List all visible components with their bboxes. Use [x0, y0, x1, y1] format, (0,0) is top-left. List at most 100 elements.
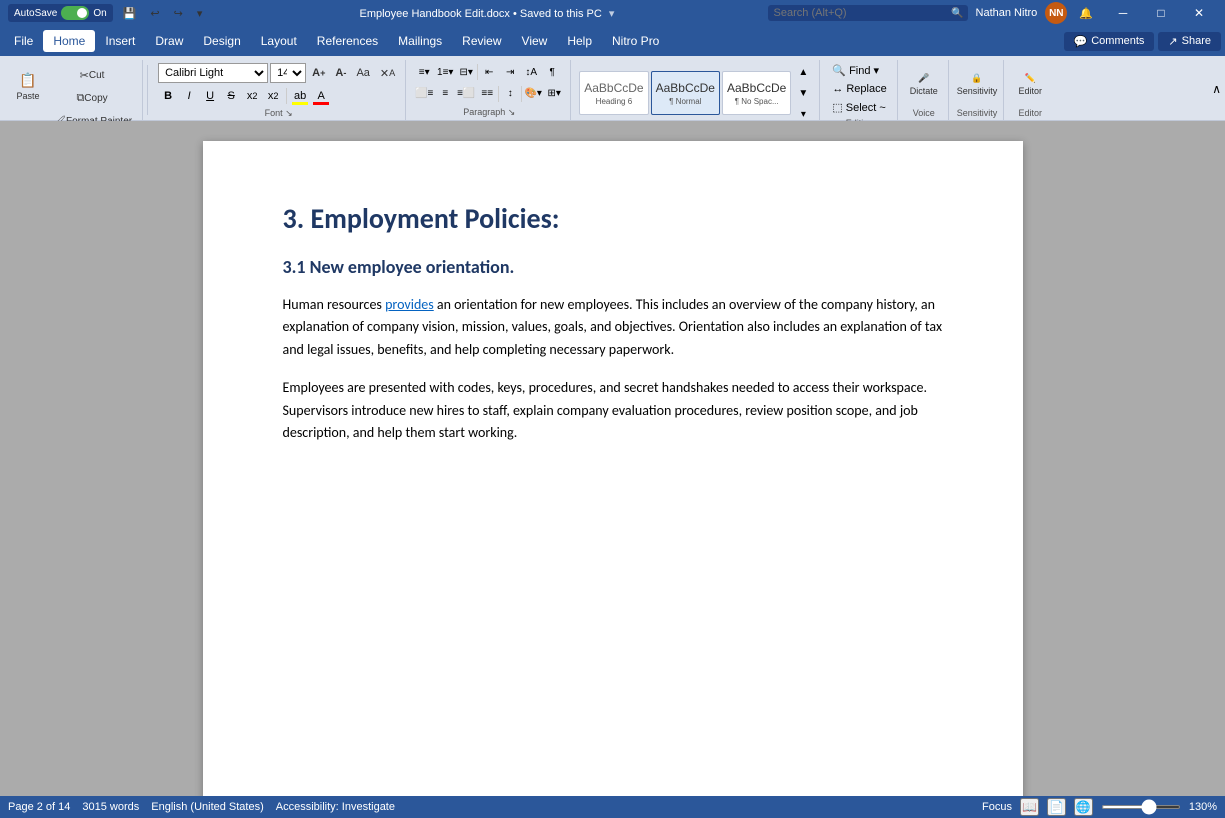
styles-scroll-down[interactable]: ▼ — [793, 83, 813, 103]
view-web-button[interactable]: 🌐 — [1074, 798, 1093, 816]
close-button[interactable]: ✕ — [1181, 0, 1217, 26]
change-case-button[interactable]: Aa — [352, 62, 373, 84]
status-bar: Page 2 of 14 3015 words English (United … — [0, 796, 1225, 818]
dictate-icon: 🎤 — [918, 73, 929, 84]
align-left-button[interactable]: ⬜≡ — [414, 84, 434, 104]
title-dropdown-icon[interactable]: ▾ — [609, 8, 615, 20]
borders-button[interactable]: ⊞▾ — [544, 84, 564, 104]
shrink-font-button[interactable]: A- — [331, 62, 350, 84]
strikethrough-button[interactable]: S — [221, 86, 241, 106]
bullets-button[interactable]: ≡▾ — [414, 62, 434, 82]
sort-button[interactable]: ↕A — [521, 62, 541, 82]
menu-layout[interactable]: Layout — [251, 30, 307, 52]
minimize-button[interactable]: ─ — [1105, 0, 1141, 26]
style-normal-name: ¶ Normal — [669, 97, 701, 106]
justify-button[interactable]: ≡≡ — [477, 84, 497, 104]
ribbon: 📋 Paste ✂ Cut ⧉ Copy 🖌 Format Painter — [0, 56, 1225, 121]
title-search-input[interactable] — [768, 5, 968, 21]
styles-scroll: ▲ ▼ ▾ — [793, 62, 813, 124]
highlight-button[interactable]: ab — [290, 86, 310, 106]
voice-label: Voice — [906, 108, 942, 118]
share-button[interactable]: ↗ Share — [1158, 32, 1221, 51]
sensitivity-icon: 🔒 — [971, 73, 982, 84]
menu-draw[interactable]: Draw — [145, 30, 193, 52]
align-center-button[interactable]: ≡ — [435, 84, 455, 104]
decrease-indent-button[interactable]: ⇤ — [479, 62, 499, 82]
para-divider3 — [521, 86, 522, 102]
subscript-button[interactable]: x2 — [242, 86, 262, 106]
increase-indent-button[interactable]: ⇥ — [500, 62, 520, 82]
accessibility-status[interactable]: Accessibility: Investigate — [276, 801, 395, 813]
sensitivity-button[interactable]: 🔒 Sensitivity — [959, 62, 995, 106]
sensitivity-label: Sensitivity — [957, 108, 998, 118]
menu-help[interactable]: Help — [557, 30, 602, 52]
replace-icon: ↔ — [832, 83, 843, 95]
menu-review[interactable]: Review — [452, 30, 511, 52]
para-divider1 — [477, 64, 478, 80]
menu-nitro[interactable]: Nitro Pro — [602, 30, 669, 52]
font-color-button[interactable]: A — [311, 86, 331, 106]
autosave-toggle[interactable] — [61, 6, 89, 20]
copy-button[interactable]: ⧉ Copy — [48, 87, 136, 109]
font-label: Font ↘ — [158, 108, 399, 119]
grow-font-button[interactable]: A+ — [308, 62, 329, 84]
para-divider2 — [498, 86, 499, 102]
style-nospace[interactable]: AaBbCcDe ¶ No Spac... — [722, 71, 791, 115]
italic-button[interactable]: I — [179, 86, 199, 106]
styles-scroll-up[interactable]: ▲ — [793, 62, 813, 82]
autosave-button[interactable]: AutoSave On — [8, 4, 113, 22]
window-controls: ─ □ ✕ — [1105, 0, 1217, 26]
search-icon: 🔍 — [951, 8, 963, 19]
status-left: Page 2 of 14 3015 words English (United … — [8, 801, 395, 813]
dictate-button[interactable]: 🎤 Dictate — [906, 62, 942, 106]
document-page: 3. Employment Policies: 3.1 New employee… — [203, 141, 1023, 796]
redo-button[interactable]: ↪ — [170, 2, 187, 24]
avatar[interactable]: NN — [1045, 2, 1067, 24]
numbering-button[interactable]: 1≡▾ — [435, 62, 455, 82]
style-normal[interactable]: AaBbCcDe ¶ Normal — [651, 71, 720, 115]
undo-button[interactable]: ↩ — [146, 2, 163, 24]
paragraph-1-link[interactable]: provides — [385, 296, 434, 313]
menu-home[interactable]: Home — [43, 30, 95, 52]
zoom-slider[interactable] — [1101, 805, 1181, 809]
customize-qat-button[interactable]: ▾ — [193, 2, 207, 24]
menu-references[interactable]: References — [307, 30, 388, 52]
menu-design[interactable]: Design — [193, 30, 250, 52]
paste-button[interactable]: 📋 Paste — [10, 64, 46, 108]
share-icon-btn[interactable]: 🔔 — [1075, 2, 1097, 24]
autosave-state: On — [93, 8, 106, 19]
zoom-level: 130% — [1189, 801, 1217, 813]
menu-bar: File Home Insert Draw Design Layout Refe… — [0, 26, 1225, 56]
editor-label: Editor — [1012, 108, 1048, 118]
superscript-button[interactable]: x2 — [263, 86, 283, 106]
menu-file[interactable]: File — [4, 30, 43, 52]
show-formatting-button[interactable]: ¶ — [542, 62, 562, 82]
select-button[interactable]: ⬚ Select ~ — [828, 99, 890, 116]
clear-format-button[interactable]: ✕A — [376, 62, 399, 84]
menu-view[interactable]: View — [512, 30, 558, 52]
focus-button[interactable]: Focus — [982, 801, 1012, 813]
shading-button[interactable]: 🎨▾ — [523, 84, 543, 104]
align-right-button[interactable]: ≡⬜ — [456, 84, 476, 104]
view-print-button[interactable]: 📄 — [1047, 798, 1066, 816]
cut-button[interactable]: ✂ Cut — [48, 64, 136, 86]
underline-button[interactable]: U — [200, 86, 220, 106]
find-button[interactable]: 🔍 Find ▾ — [828, 62, 890, 79]
view-read-button[interactable]: 📖 — [1020, 798, 1039, 816]
multilevel-button[interactable]: ⊟▾ — [456, 62, 476, 82]
replace-button[interactable]: ↔ Replace — [828, 81, 890, 97]
bold-button[interactable]: B — [158, 86, 178, 106]
ribbon-collapse-button[interactable]: ∧ — [1212, 82, 1221, 96]
maximize-button[interactable]: □ — [1143, 0, 1179, 26]
menu-insert[interactable]: Insert — [95, 30, 145, 52]
font-family-select[interactable]: Calibri Light — [158, 63, 268, 83]
user-name: Nathan Nitro — [976, 7, 1038, 19]
save-button[interactable]: 💾 — [119, 2, 141, 24]
font-size-select[interactable]: 14 — [270, 63, 306, 83]
comments-button[interactable]: 💬 Comments — [1064, 32, 1155, 51]
editor-button[interactable]: ✏️ Editor — [1012, 62, 1048, 106]
title-search-container: 🔍 — [768, 5, 968, 21]
menu-mailings[interactable]: Mailings — [388, 30, 452, 52]
style-heading6[interactable]: AaBbCcDe Heading 6 — [579, 71, 648, 115]
line-spacing-button[interactable]: ↕ — [500, 84, 520, 104]
